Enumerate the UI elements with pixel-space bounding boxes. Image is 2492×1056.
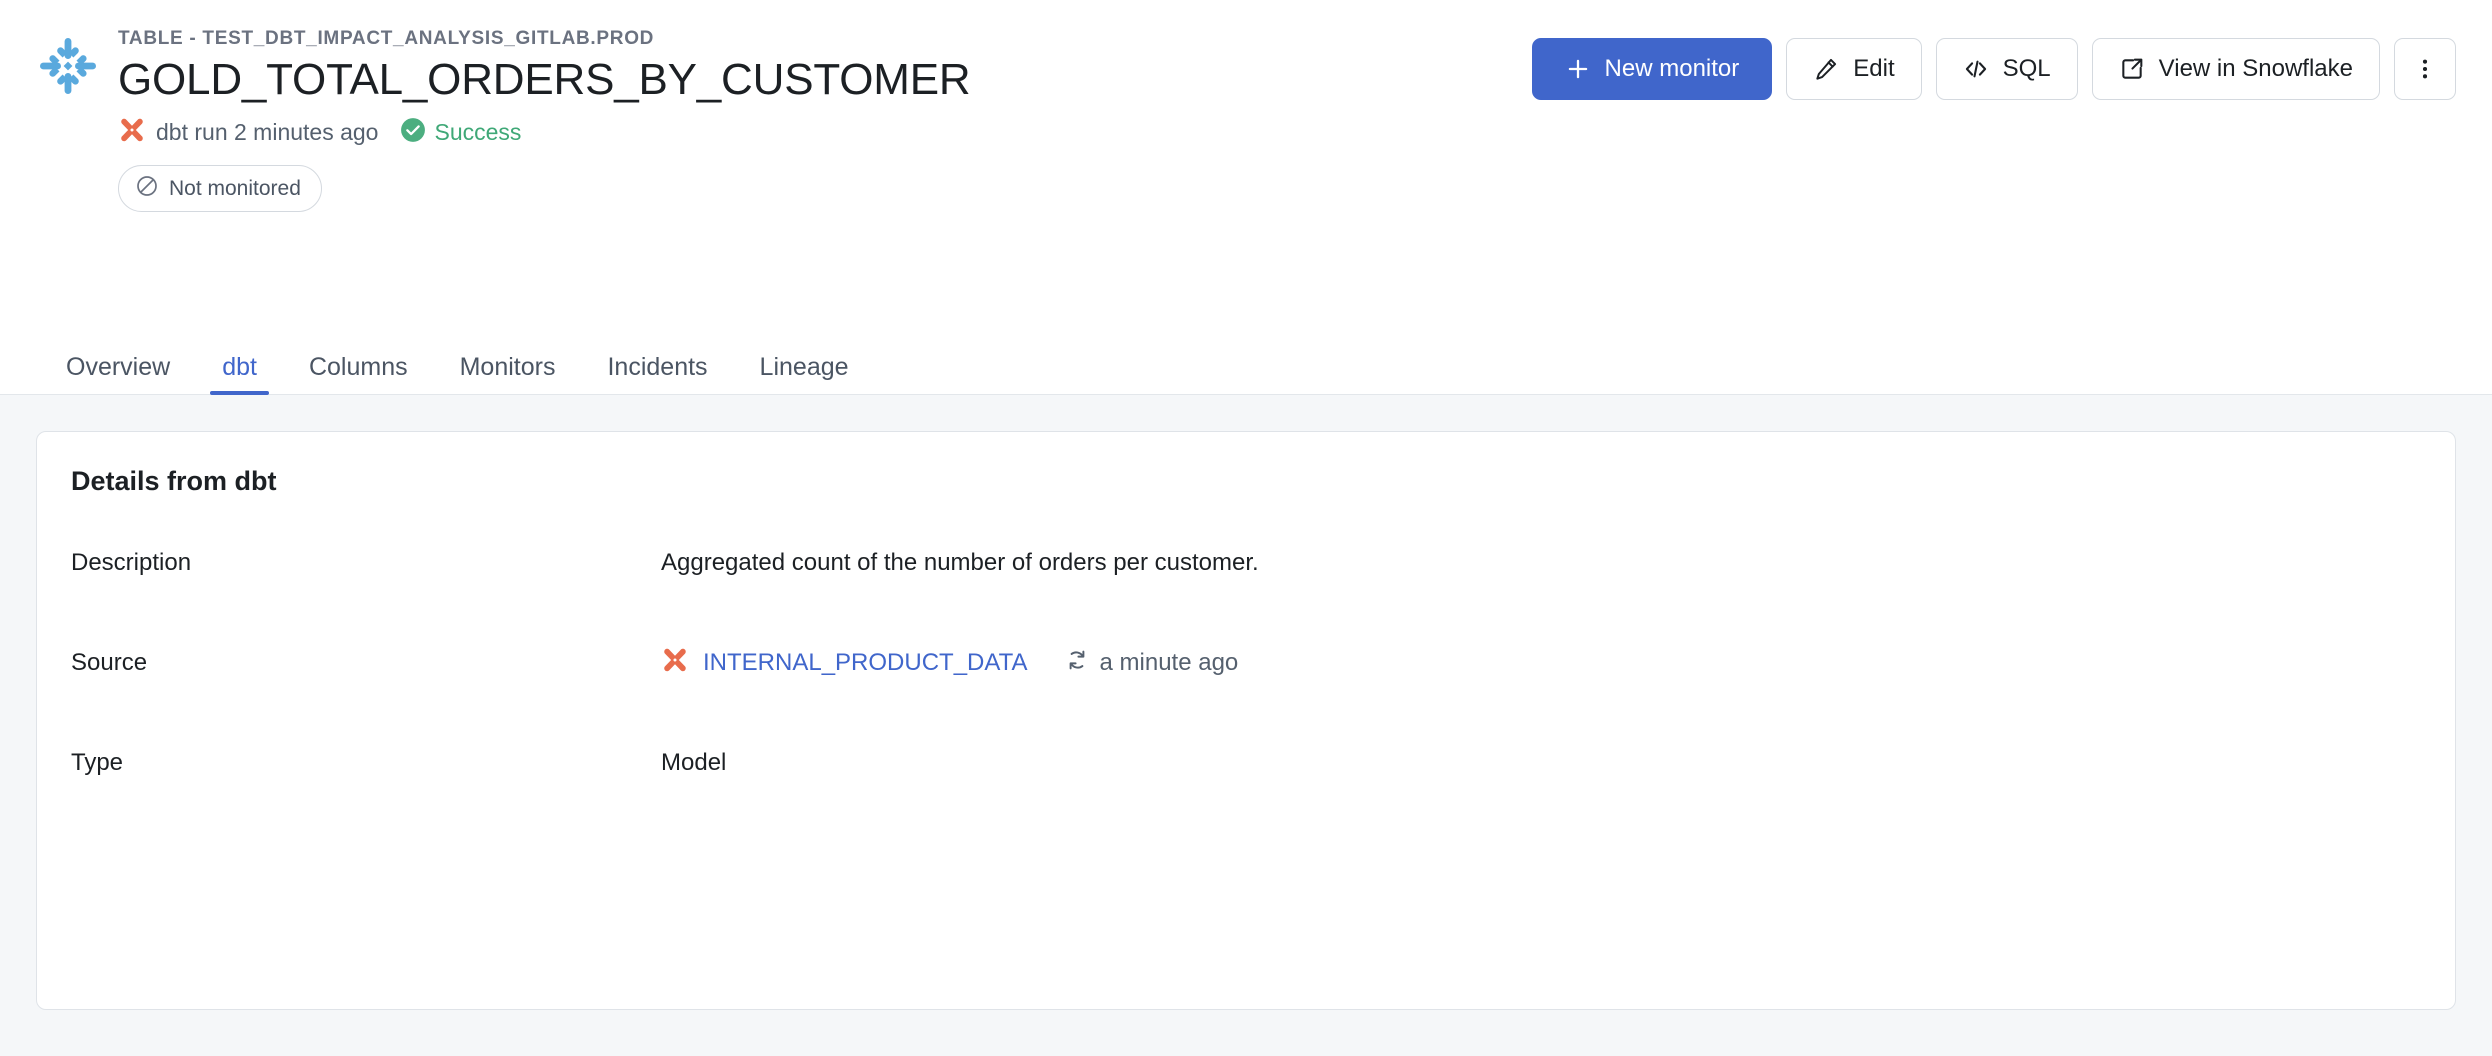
check-circle-icon — [400, 117, 426, 148]
detail-label-type: Type — [71, 749, 124, 776]
detail-row-description: Description Aggregated count of the numb… — [71, 513, 2421, 613]
detail-label-description: Description — [71, 549, 192, 576]
pencil-icon — [1813, 56, 1839, 82]
tab-panel-dbt: Details from dbt Description Aggregated … — [0, 395, 2492, 1056]
asset-identity-text: TABLE - TEST_DBT_IMPACT_ANALYSIS_GITLAB.… — [118, 24, 971, 213]
snowflake-icon — [36, 34, 100, 98]
dbt-icon — [118, 116, 146, 149]
view-in-snowflake-button[interactable]: View in Snowflake — [2091, 38, 2380, 100]
detail-row-type: Type Model — [71, 713, 2421, 813]
external-link-icon — [2119, 56, 2145, 82]
details-card-title: Details from dbt — [71, 466, 277, 496]
detail-value-source: INTERNAL_PRODUCT_DATA a minute ago — [661, 646, 1238, 681]
tab-dbt[interactable]: dbt — [196, 355, 283, 395]
page-header: TABLE - TEST_DBT_IMPACT_ANALYSIS_GITLAB.… — [0, 0, 2492, 335]
code-icon — [1963, 56, 1989, 82]
status-badge-label: Not monitored — [169, 176, 301, 200]
breadcrumb: TABLE - TEST_DBT_IMPACT_ANALYSIS_GITLAB.… — [118, 28, 655, 49]
tab-overview[interactable]: Overview — [36, 355, 196, 394]
new-monitor-label: New monitor — [1604, 55, 1740, 82]
edit-button[interactable]: Edit — [1786, 38, 1922, 100]
source-freshness-text: a minute ago — [1099, 649, 1239, 676]
detail-label-source: Source — [71, 649, 148, 676]
view-in-snowflake-label: View in Snowflake — [2158, 55, 2353, 82]
tab-columns[interactable]: Columns — [283, 355, 434, 394]
detail-value-description: Aggregated count of the number of orders… — [661, 549, 1259, 576]
edit-label: Edit — [1853, 55, 1895, 82]
page-title: GOLD_TOTAL_ORDERS_BY_CUSTOMER — [118, 54, 971, 104]
dbt-icon — [661, 646, 689, 681]
plus-icon — [1565, 56, 1591, 82]
more-actions-button[interactable] — [2394, 38, 2456, 100]
kebab-menu-icon — [2412, 56, 2438, 82]
tab-lineage[interactable]: Lineage — [734, 355, 875, 394]
header-actions: New monitor Edit SQL View in Snowflake — [1531, 24, 2456, 100]
no-monitor-icon — [135, 174, 159, 203]
detail-row-source: Source INTERNAL_PRODUCT_DATA a minute ag… — [71, 613, 2421, 713]
new-monitor-button[interactable]: New monitor — [1531, 38, 1773, 100]
detail-value-type: Model — [661, 749, 727, 776]
source-freshness: a minute ago — [1064, 647, 1239, 680]
header-row: TABLE - TEST_DBT_IMPACT_ANALYSIS_GITLAB.… — [36, 24, 2456, 213]
run-status-row: dbt run 2 minutes ago Success — [118, 116, 970, 149]
run-status-badge: Success — [400, 117, 521, 148]
status-badge[interactable]: Not monitored — [118, 165, 322, 213]
sql-label: SQL — [2002, 55, 2051, 82]
source-link[interactable]: INTERNAL_PRODUCT_DATA — [703, 649, 1028, 677]
run-status-text: Success — [434, 119, 522, 146]
tab-bar: Overview dbt Columns Monitors Incidents … — [0, 335, 2492, 395]
asset-identity: TABLE - TEST_DBT_IMPACT_ANALYSIS_GITLAB.… — [36, 24, 971, 213]
details-card: Details from dbt Description Aggregated … — [36, 431, 2456, 1010]
app-root: TABLE - TEST_DBT_IMPACT_ANALYSIS_GITLAB.… — [0, 0, 2492, 1056]
run-text: dbt run 2 minutes ago — [156, 119, 379, 146]
tab-monitors[interactable]: Monitors — [434, 355, 582, 394]
sql-button[interactable]: SQL — [1935, 38, 2078, 100]
sync-icon — [1064, 647, 1090, 680]
tab-incidents[interactable]: Incidents — [581, 355, 733, 394]
